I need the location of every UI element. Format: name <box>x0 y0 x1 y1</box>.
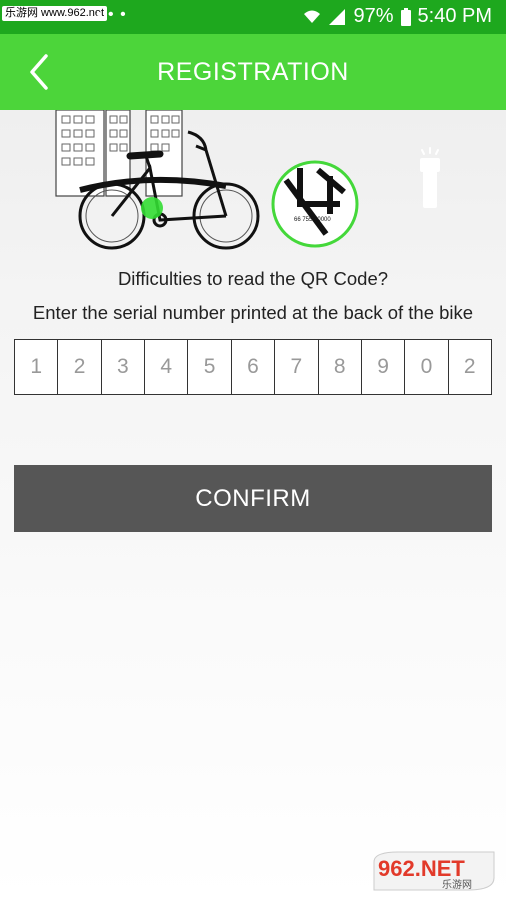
qr-code-zoom-icon: 66 755 00000 <box>271 160 359 248</box>
registration-illustration: 66 755 00000 <box>55 110 440 250</box>
serial-digit-7[interactable]: 7 <box>275 340 319 394</box>
serial-number-input[interactable]: 1 2 3 4 5 6 7 8 9 0 2 <box>14 339 492 395</box>
serial-sample-label: 66 755 00000 <box>294 217 331 223</box>
serial-digit-4[interactable]: 4 <box>145 340 189 394</box>
confirm-button[interactable]: CONFIRM <box>14 465 492 532</box>
serial-digit-10[interactable]: 0 <box>405 340 449 394</box>
bike-serial-highlight <box>141 197 163 219</box>
serial-digit-2[interactable]: 2 <box>58 340 102 394</box>
qr-difficulty-text: Difficulties to read the QR Code? <box>117 268 389 289</box>
serial-digit-5[interactable]: 5 <box>188 340 232 394</box>
signal-icon <box>329 8 346 25</box>
serial-digit-8[interactable]: 8 <box>319 340 362 394</box>
flashlight-icon <box>420 147 440 208</box>
battery-percent: 97% <box>353 5 394 27</box>
serial-digit-3[interactable]: 3 <box>102 340 146 394</box>
wifi-icon <box>304 10 321 23</box>
serial-digit-9[interactable]: 9 <box>362 340 406 394</box>
status-bar: 乐游网 www.962.net • • • 97% 5:40 PM <box>0 0 506 34</box>
notification-icons: • • • <box>96 6 127 23</box>
battery-icon <box>400 7 411 26</box>
watermark-logo-subtext: 乐游网 <box>442 878 472 891</box>
watermark-logo-text: 962.NET <box>378 856 465 881</box>
page-title: REGISTRATION <box>157 58 349 86</box>
app-bar: REGISTRATION <box>0 34 506 110</box>
watermark-logo: 962.NET 乐游网 <box>373 851 495 891</box>
serial-digit-6[interactable]: 6 <box>232 340 276 394</box>
serial-digit-11[interactable]: 2 <box>449 340 491 394</box>
serial-digit-1[interactable]: 1 <box>15 340 59 394</box>
watermark-text: 乐游网 www.962.net <box>2 6 108 21</box>
clock: 5:40 PM <box>417 5 492 27</box>
serial-instruction-text: Enter the serial number printed at the b… <box>32 302 474 323</box>
